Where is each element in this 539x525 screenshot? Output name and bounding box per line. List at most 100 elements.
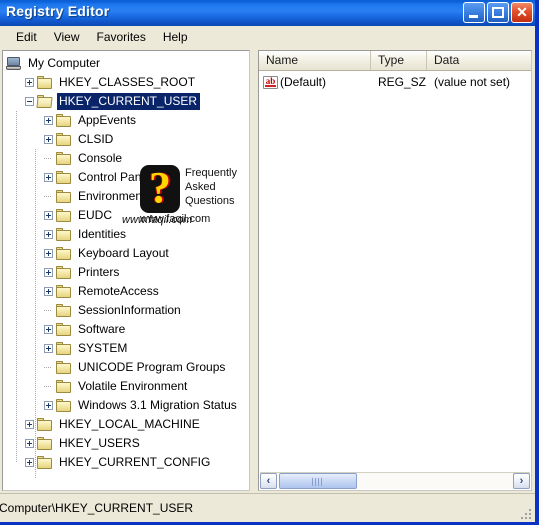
folder-icon	[56, 228, 72, 241]
expand-icon[interactable]	[25, 78, 34, 87]
tree-item-identities[interactable]: Identities	[3, 225, 249, 244]
tree-item-label: Environment	[78, 189, 146, 203]
close-button[interactable]: ✕	[511, 2, 533, 23]
collapse-icon[interactable]	[25, 97, 34, 106]
folder-icon	[56, 380, 72, 393]
value-name-cell: ab (Default)	[259, 74, 371, 90]
tree-connector	[44, 306, 53, 315]
expand-icon[interactable]	[44, 287, 53, 296]
maximize-button[interactable]	[487, 2, 509, 23]
folder-icon	[56, 323, 72, 336]
tree-connector	[44, 192, 53, 201]
scrollbar-thumb[interactable]	[279, 473, 357, 489]
folder-icon	[56, 361, 72, 374]
scrollbar-track[interactable]	[277, 473, 513, 489]
menu-bar: Edit View Favorites Help	[0, 26, 535, 47]
tree-item-environment[interactable]: Environment	[3, 187, 249, 206]
folder-icon	[56, 190, 72, 203]
menu-item-favorites[interactable]: Favorites	[88, 28, 154, 46]
tree-item-my-computer[interactable]: My Computer	[3, 54, 249, 73]
close-icon: ✕	[516, 4, 528, 20]
maximize-icon	[492, 7, 504, 18]
expand-icon[interactable]	[44, 173, 53, 182]
folder-icon	[37, 76, 53, 89]
folder-icon	[56, 399, 72, 412]
tree-item-hkey-current-config[interactable]: HKEY_CURRENT_CONFIG	[3, 453, 249, 472]
tree-connector	[44, 363, 53, 372]
tree-item-eudc[interactable]: EUDC	[3, 206, 249, 225]
tree-item-hkey-classes-root[interactable]: HKEY_CLASSES_ROOT	[3, 73, 249, 92]
minimize-icon	[469, 15, 478, 18]
tree-item-label: SYSTEM	[78, 341, 128, 355]
tree-connector	[44, 382, 53, 391]
tree-item-unicode-program-groups[interactable]: UNICODE Program Groups	[3, 358, 249, 377]
tree-item-hkey-users[interactable]: HKEY_USERS	[3, 434, 249, 453]
title-bar[interactable]: Registry Editor ✕	[0, 0, 535, 26]
expand-icon[interactable]	[25, 458, 34, 467]
tree-item-keyboard-layout[interactable]: Keyboard Layout	[3, 244, 249, 263]
horizontal-scrollbar[interactable]: ‹ ›	[260, 472, 530, 489]
column-header-name[interactable]: Name	[259, 51, 371, 70]
minimize-button[interactable]	[463, 2, 485, 23]
tree-item-volatile-environment[interactable]: Volatile Environment	[3, 377, 249, 396]
expand-icon[interactable]	[44, 249, 53, 258]
tree-item-label: Windows 3.1 Migration Status	[78, 398, 237, 412]
tree-item-console[interactable]: Console	[3, 149, 249, 168]
tree-item-control-panel[interactable]: Control Panel	[3, 168, 249, 187]
registry-tree-pane[interactable]: My Computer HKEY_CLASSES_ROOT HKEY_CURRENT…	[2, 50, 250, 491]
tree-item-appevents[interactable]: AppEvents	[3, 111, 249, 130]
tree-item-clsid[interactable]: CLSID	[3, 130, 249, 149]
status-bar: Computer\HKEY_CURRENT_USER	[0, 493, 535, 522]
folder-icon	[56, 247, 72, 260]
registry-tree: My Computer HKEY_CLASSES_ROOT HKEY_CURRENT…	[3, 51, 249, 472]
tree-item-software[interactable]: Software	[3, 320, 249, 339]
tree-item-label: HKEY_USERS	[59, 436, 140, 450]
tree-item-label: AppEvents	[78, 113, 137, 127]
tree-item-hkey-current-user[interactable]: HKEY_CURRENT_USER	[3, 92, 249, 111]
registry-values-pane[interactable]: Name Type Data ab (Default) REG_SZ (valu…	[258, 50, 532, 491]
folder-icon	[56, 285, 72, 298]
tree-item-hkey-local-machine[interactable]: HKEY_LOCAL_MACHINE	[3, 415, 249, 434]
value-data-cell: (value not set)	[434, 75, 511, 89]
tree-item-sessioninformation[interactable]: SessionInformation	[3, 301, 249, 320]
expand-icon[interactable]	[25, 420, 34, 429]
expand-icon[interactable]	[44, 268, 53, 277]
ab-underline	[265, 84, 276, 87]
folder-icon	[56, 342, 72, 355]
folder-icon	[56, 152, 72, 165]
column-header-type[interactable]: Type	[371, 51, 427, 70]
expand-icon[interactable]	[44, 116, 53, 125]
tree-item-label: Control Panel	[78, 170, 151, 184]
resize-grip-icon[interactable]	[519, 507, 533, 521]
expand-icon[interactable]	[25, 439, 34, 448]
tree-item-label: Console	[78, 151, 123, 165]
tree-item-label: CLSID	[78, 132, 114, 146]
expand-icon[interactable]	[44, 325, 53, 334]
folder-icon	[37, 418, 53, 431]
expand-icon[interactable]	[44, 135, 53, 144]
tree-item-printers[interactable]: Printers	[3, 263, 249, 282]
tree-item-label: Keyboard Layout	[78, 246, 169, 260]
tree-item-windows-3-1-migration-status[interactable]: Windows 3.1 Migration Status	[3, 396, 249, 415]
pane-splitter[interactable]	[251, 50, 257, 491]
expand-icon[interactable]	[44, 344, 53, 353]
folder-icon	[56, 133, 72, 146]
tree-item-label: HKEY_CURRENT_USER	[57, 93, 201, 110]
menu-item-help[interactable]: Help	[155, 28, 197, 46]
expand-icon[interactable]	[44, 230, 53, 239]
menu-item-edit[interactable]: Edit	[8, 28, 46, 46]
list-header: Name Type Data	[259, 51, 531, 71]
scroll-right-arrow-icon[interactable]: ›	[513, 473, 530, 489]
caption-button-group: ✕	[463, 2, 533, 23]
registry-editor-window: Registry Editor ✕ Edit View Favorites He…	[0, 0, 539, 525]
column-header-data[interactable]: Data	[427, 51, 531, 70]
table-row[interactable]: ab (Default) REG_SZ (value not set)	[259, 73, 531, 91]
folder-icon	[37, 456, 53, 469]
folder-icon	[56, 171, 72, 184]
scroll-left-arrow-icon[interactable]: ‹	[260, 473, 277, 489]
expand-icon[interactable]	[44, 401, 53, 410]
tree-item-remoteaccess[interactable]: RemoteAccess	[3, 282, 249, 301]
tree-item-system[interactable]: SYSTEM	[3, 339, 249, 358]
menu-item-view[interactable]: View	[46, 28, 89, 46]
expand-icon[interactable]	[44, 211, 53, 220]
